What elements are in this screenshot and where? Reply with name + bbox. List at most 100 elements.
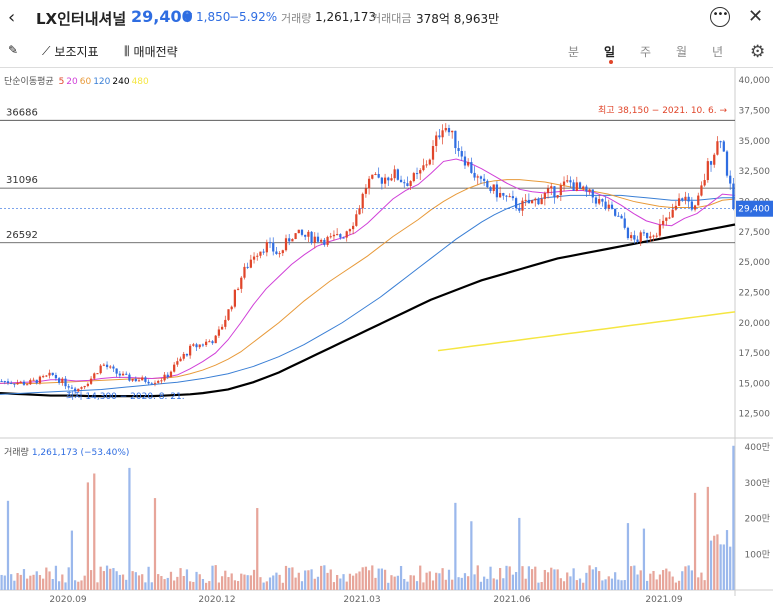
candle-body — [614, 208, 617, 216]
candle-body — [444, 128, 447, 131]
candle-body — [109, 366, 112, 368]
candle-body — [575, 182, 578, 191]
candle-body — [307, 231, 310, 237]
volume-bar — [425, 572, 428, 590]
candle-body — [543, 192, 546, 199]
volume-bar — [614, 572, 617, 590]
candle-body — [345, 231, 348, 238]
volume-bar — [406, 581, 409, 590]
volume-bar — [284, 565, 288, 590]
candle-body — [153, 382, 157, 384]
y-tick-label: 35,000 — [739, 137, 771, 147]
candle-body — [67, 386, 70, 388]
volume-bar — [572, 568, 575, 590]
volume-bar — [559, 578, 562, 590]
volume-bar — [38, 575, 42, 590]
volume-bar — [48, 571, 51, 590]
candle-body — [706, 161, 709, 181]
ma60-line — [0, 179, 736, 384]
candle-body — [690, 201, 693, 210]
candle-body — [278, 253, 281, 255]
x-tick-label: 2021.03 — [343, 595, 380, 605]
volume-tick-label: 300만 — [745, 478, 770, 489]
volume-bar — [383, 569, 387, 590]
volume-bar — [128, 467, 131, 590]
volume-bar — [502, 578, 505, 590]
candle-body — [594, 197, 598, 204]
candle-body — [425, 164, 428, 166]
volume-bar — [582, 582, 585, 590]
volume-legend: 거래량 1,261,173 (−53.40%) — [4, 445, 129, 458]
volume-bar — [508, 566, 511, 590]
volume-bar — [35, 571, 38, 590]
volume-bar — [409, 575, 412, 590]
volume-bar — [668, 571, 671, 590]
candle-body — [578, 182, 582, 189]
volume-bar — [294, 577, 297, 590]
candle-body — [537, 198, 540, 205]
ma20-line — [0, 158, 736, 384]
y-tick-label: 20,000 — [739, 319, 771, 329]
candle-body — [224, 319, 227, 327]
volume-bar — [361, 567, 364, 590]
volume-bar — [0, 574, 3, 590]
candle-body — [559, 185, 562, 196]
volume-bar — [252, 569, 256, 590]
candle-body — [540, 198, 543, 205]
candle-body — [128, 374, 131, 381]
candle-body — [703, 180, 706, 186]
volume-bar — [352, 575, 355, 590]
volume-bar — [486, 578, 489, 590]
volume-bar — [58, 581, 61, 590]
candle-body — [508, 196, 511, 198]
volume-bar — [147, 566, 150, 590]
candle-body — [249, 259, 252, 268]
volume-bar — [13, 580, 16, 590]
volume-bar — [214, 565, 217, 590]
candle-body — [326, 236, 329, 245]
candle-body — [361, 193, 364, 209]
volume-bar — [387, 582, 390, 590]
candle-body — [211, 341, 214, 344]
volume-bar — [598, 571, 601, 590]
candle-body — [157, 380, 160, 383]
volume-bar — [626, 523, 630, 590]
price-chart[interactable]: 40,00037,50035,00032,50030,00027,50025,0… — [0, 0, 773, 608]
volume-bar — [342, 574, 345, 590]
candle-body — [598, 199, 601, 204]
volume-legend-value: 1,261,173 (−53.40%) — [31, 448, 130, 458]
volume-bar — [230, 573, 233, 590]
candle-body — [288, 238, 291, 242]
candle-body — [479, 176, 483, 179]
candle-body — [371, 174, 374, 179]
candle-body — [677, 198, 681, 206]
candle-body — [438, 135, 441, 138]
candle-body — [674, 205, 677, 210]
y-tick-label: 37,500 — [739, 106, 771, 116]
candle-body — [556, 195, 559, 198]
volume-bar — [649, 573, 652, 590]
volume-bar — [374, 577, 377, 590]
candle-body — [342, 237, 345, 239]
volume-bar — [399, 565, 403, 590]
candle-body — [572, 182, 575, 191]
candle-body — [649, 236, 652, 239]
y-tick-label: 32,500 — [739, 167, 771, 177]
volume-bar — [192, 581, 195, 590]
volume-bar — [703, 580, 706, 590]
volume-bar — [514, 572, 518, 590]
candle-body — [169, 371, 173, 378]
candle-body — [121, 373, 125, 376]
candle-body — [77, 388, 80, 392]
candle-body — [591, 189, 594, 198]
volume-bar — [422, 582, 425, 590]
candle-body — [70, 387, 74, 389]
candle-body — [463, 156, 467, 166]
volume-bar — [652, 570, 655, 590]
candle-body — [185, 353, 189, 356]
volume-bar — [16, 573, 19, 590]
volume-tick-label: 400만 — [745, 442, 770, 453]
volume-bar — [511, 574, 515, 590]
candle-body — [179, 358, 182, 362]
candle-body — [684, 196, 687, 201]
